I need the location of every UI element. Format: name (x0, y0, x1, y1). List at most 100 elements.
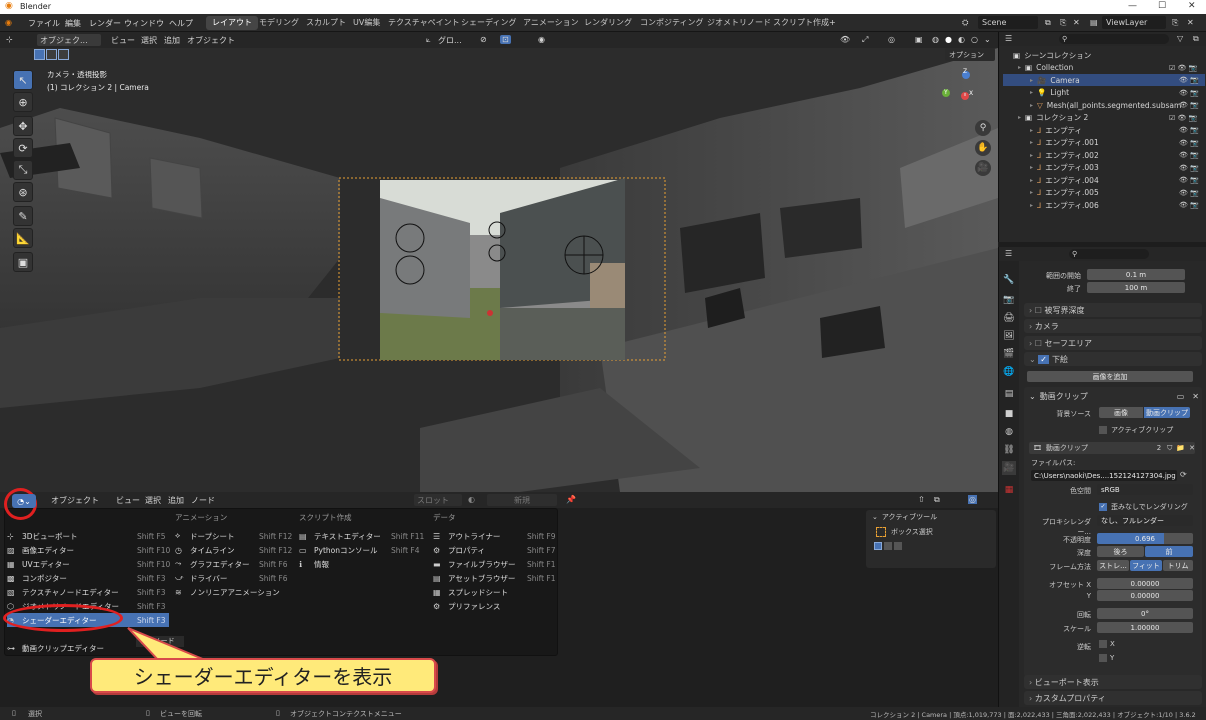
viewport-display-panel[interactable]: › ビューポート表示 (1024, 675, 1202, 689)
outliner-editor-icon[interactable]: ☰ (1005, 34, 1012, 43)
outliner-row[interactable]: ▸ ⅃ エンプティ.003 👁 📷 (1003, 162, 1205, 174)
editor-menu-item[interactable]: ▬ ファイルブラウザー Shift F1 (433, 557, 556, 571)
add-image-button[interactable]: 画像を追加 (1027, 371, 1193, 382)
editor-menu-item[interactable]: ⚙ プロパティ Shift F7 (433, 543, 556, 557)
editor-menu-item[interactable]: ▦ UVエディター Shift F10 (7, 557, 170, 571)
viewport-menu-add[interactable]: 追加 (164, 35, 180, 46)
custom-props-panel[interactable]: › カスタムプロパティ (1024, 691, 1202, 705)
overlay-node-icon[interactable]: ◎ (968, 495, 977, 504)
viewport-menu-view[interactable]: ビュー (111, 35, 135, 46)
workspace-tab-3[interactable]: UV編集 (347, 16, 386, 30)
editor-menu-item[interactable]: ⤻ ドライバー Shift F6 (175, 571, 295, 585)
frame-stretch[interactable]: ストレ... (1097, 560, 1129, 571)
transform-orientation-icon[interactable]: ⟀ (426, 35, 431, 45)
editor-type-icon[interactable]: ⊹ (6, 35, 13, 44)
world-tab-icon[interactable]: 🌐 (1002, 365, 1016, 379)
maximize-icon[interactable]: ☐ (1158, 1, 1166, 11)
minimize-icon[interactable]: — (1128, 1, 1137, 11)
outliner-row[interactable]: ▸ ⅃ エンプティ 👁 📷 (1003, 124, 1205, 136)
menu-edit[interactable]: 編集 (65, 18, 81, 29)
frame-crop[interactable]: トリム (1163, 560, 1193, 571)
flip-x-checkbox[interactable]: X (1099, 640, 1115, 648)
visibility-toggle-icon[interactable]: 👁 📷 (1179, 201, 1199, 209)
scene-pin-icon[interactable]: ⧉ (1045, 18, 1051, 28)
editor-menu-item[interactable]: ⤳ グラフエディター Shift F6 (175, 557, 295, 571)
scene-selector[interactable]: Scene (978, 16, 1038, 29)
editor-menu-item[interactable]: ▨ 画像エディター Shift F10 (7, 543, 170, 557)
visibility-toggle-icon[interactable]: 👁 📷 (1179, 151, 1199, 159)
new-collection-icon[interactable]: ⧉ (1193, 34, 1199, 44)
new-material-button[interactable]: 新規 (487, 494, 557, 506)
zoom-icon[interactable]: ⚲ (975, 120, 991, 136)
tool-rotate[interactable]: ⟳ (13, 138, 33, 158)
editor-menu-item[interactable]: ☰ アウトライナー Shift F9 (433, 529, 556, 543)
overlay-icon[interactable]: ◎ (888, 35, 895, 44)
frame-fit[interactable]: フィット (1130, 560, 1162, 571)
active-clip-checkbox[interactable]: アクティブクリップ (1099, 425, 1189, 435)
outliner-row[interactable]: ▸ ⅃ エンプティ.004 👁 📷 (1003, 174, 1205, 186)
editor-menu-item[interactable]: ▧ テクスチャノードエディター Shift F3 (7, 585, 169, 599)
outliner-row[interactable]: ▸ ▣ コレクション 2 ☑ 👁 📷 (1003, 112, 1205, 124)
editor-menu-item[interactable]: ≋ ノンリニアアニメーション (175, 585, 295, 599)
editor-menu-item[interactable]: ▤ テキストエディター Shift F11 (299, 529, 425, 543)
clip-end-field[interactable]: 100 m (1087, 282, 1185, 293)
options-dropdown[interactable]: オプション (945, 48, 995, 61)
bg-source-clip[interactable]: 動画クリップ (1144, 407, 1190, 418)
mode-selector[interactable]: オブジェク... (37, 34, 101, 46)
outliner-search-input[interactable]: ⚲ (1059, 34, 1169, 44)
background-images-panel[interactable]: ⌄ ✓ 下絵 (1024, 352, 1202, 366)
viewlayer-selector[interactable]: ViewLayer (1102, 16, 1166, 29)
visibility-toggle-icon[interactable]: ☑ 👁 📷 (1169, 114, 1197, 122)
colorspace-select[interactable]: sRGB (1097, 484, 1193, 495)
scene-copy-icon[interactable]: ⎘ (1060, 18, 1066, 28)
scene-tab-icon[interactable]: 🎬 (1002, 347, 1016, 361)
bottom-menu-node[interactable]: ノード (191, 495, 215, 506)
shading-dropdown-icon[interactable]: ⌄ (984, 35, 991, 44)
add-workspace-button[interactable]: + (829, 18, 836, 27)
snap-icon[interactable]: ⊡ (500, 35, 511, 44)
menu-window[interactable]: ウィンドウ (124, 18, 164, 29)
proportional-icon[interactable]: ◉ (538, 35, 545, 44)
box-select-tool[interactable]: ボックス選択 (866, 524, 996, 540)
pin-icon[interactable]: 📌 (566, 495, 576, 504)
editor-menu-item[interactable]: ▩ コンポジター Shift F3 (7, 571, 169, 585)
editor-menu-item[interactable]: ⊹ 3Dビューポート Shift F5 (7, 529, 169, 543)
opacity-slider[interactable]: 0.696 (1097, 533, 1193, 544)
clip-datablock-selector[interactable]: 🎞 動画クリップ 2 ⛉ 📁 ✕ (1029, 442, 1195, 454)
slot-selector[interactable]: スロット (414, 494, 462, 506)
reload-icon[interactable]: ⟳ (1180, 470, 1187, 479)
viewlayer-copy-icon[interactable]: ⎘ (1172, 18, 1178, 28)
visibility-toggle-icon[interactable]: 👁 📷 (1179, 139, 1199, 147)
bottom-menu-object[interactable]: オブジェクト (51, 495, 99, 506)
workspace-tab-9[interactable]: ジオメトリノード (701, 16, 777, 30)
bg-source-image[interactable]: 画像 (1099, 407, 1143, 418)
editor-menu-item[interactable]: ℹ 情報 (299, 557, 425, 571)
editor-type-button[interactable]: ◔⌄ (12, 494, 36, 508)
tool-tab-icon[interactable]: 🔧 (1002, 273, 1016, 287)
tool-cursor[interactable]: ⊕ (13, 92, 33, 112)
workspace-tab-5[interactable]: シェーディング (455, 16, 522, 30)
shading-wire-icon[interactable]: ◍ (932, 35, 939, 44)
bottom-menu-add[interactable]: 追加 (168, 495, 184, 506)
depth-back[interactable]: 後ろ (1097, 546, 1144, 557)
select-extend-icon[interactable] (46, 49, 57, 60)
movieclip-header[interactable]: ⌄ 動画クリップ ▭ ✕ (1029, 390, 1199, 402)
visibility-toggle-icon[interactable]: 👁 📷 (1179, 76, 1199, 84)
rotation-field[interactable]: 0° (1097, 608, 1193, 619)
filepath-input[interactable]: C:\Users\naoki\Des....152124127304.jpg (1031, 470, 1177, 481)
visibility-toggle-icon[interactable]: 👁 📷 (1179, 189, 1199, 197)
shading-render-icon[interactable]: ○ (971, 35, 978, 44)
workspace-tab-0[interactable]: レイアウト (206, 16, 258, 30)
object-tab-icon[interactable]: ■ (1002, 407, 1016, 421)
editor-menu-item[interactable]: ▦ スプレッドシート (433, 585, 555, 599)
filter-icon[interactable]: ▽ (1177, 34, 1183, 43)
pivot-icon[interactable]: ⊘ (480, 35, 487, 44)
visibility-icon[interactable]: 👁 (840, 35, 850, 44)
select-new-icon[interactable] (34, 49, 45, 60)
workspace-tab-2[interactable]: スカルプト (300, 16, 352, 30)
tool-scale[interactable]: ⤡ (13, 160, 33, 180)
fake-user-icon[interactable]: ⛉ (1167, 444, 1172, 453)
visibility-toggle-icon[interactable]: 👁 📷 (1179, 101, 1199, 109)
workspace-tab-7[interactable]: レンダリング (578, 16, 638, 30)
tool-transform[interactable]: ⊛ (13, 182, 33, 202)
